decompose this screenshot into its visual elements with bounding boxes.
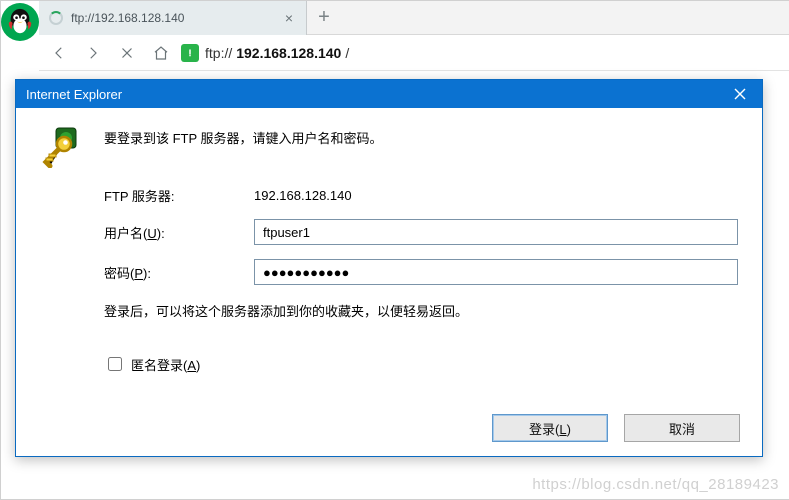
dialog-title: Internet Explorer [26, 87, 718, 102]
back-button[interactable] [45, 39, 73, 67]
tab-ftp[interactable]: ftp://192.168.128.140 × [39, 1, 307, 35]
profile-avatar[interactable] [1, 3, 39, 41]
tab-close-button[interactable]: × [282, 11, 296, 25]
cancel-button[interactable]: 取消 [624, 414, 740, 442]
dialog-close-button[interactable] [718, 80, 762, 108]
tab-title: ftp://192.168.128.140 [71, 11, 274, 25]
loading-spinner-icon [49, 11, 63, 25]
forward-button[interactable] [79, 39, 107, 67]
chevron-right-icon [84, 44, 102, 62]
password-label: 密码(P): [104, 263, 244, 282]
chevron-left-icon [50, 44, 68, 62]
anon-login-checkbox[interactable] [108, 357, 122, 371]
server-value: 192.168.128.140 [254, 188, 738, 203]
dialog-buttons: 登录(L) 取消 [492, 414, 740, 442]
login-button[interactable]: 登录(L) [492, 414, 608, 442]
username-input[interactable] [254, 219, 738, 245]
tab-strip: ftp://192.168.128.140 × + [39, 1, 789, 35]
address-bar[interactable]: ftp://192.168.128.140/ [205, 45, 783, 61]
close-icon [118, 44, 136, 62]
new-tab-button[interactable]: + [307, 1, 341, 34]
watermark: https://blog.csdn.net/qq_28189423 [532, 476, 779, 493]
dialog-body: 要登录到该 FTP 服务器，请键入用户名和密码。 FTP 服务器: 192.16… [16, 108, 762, 456]
anon-login-label[interactable]: 匿名登录(A) [131, 355, 200, 374]
security-shield-icon [181, 44, 199, 62]
home-icon [152, 44, 170, 62]
penguin-icon [5, 7, 35, 37]
close-icon [734, 88, 746, 100]
address-scheme: ftp:// [205, 45, 232, 61]
after-login-note: 登录后，可以将这个服务器添加到你的收藏夹，以便轻易返回。 [104, 301, 738, 320]
home-button[interactable] [147, 39, 175, 67]
key-icon [40, 126, 82, 168]
password-input[interactable] [254, 259, 738, 285]
username-label: 用户名(U): [104, 223, 244, 242]
server-label: FTP 服务器: [104, 186, 244, 205]
nav-bar: ftp://192.168.128.140/ [39, 35, 789, 71]
address-host: 192.168.128.140 [236, 45, 341, 61]
anon-login-row: 匿名登录(A) [104, 354, 738, 374]
browser-window: ftp://192.168.128.140 × + ftp://192.168.… [0, 0, 789, 500]
dialog-titlebar[interactable]: Internet Explorer [16, 80, 762, 108]
dialog-prompt: 要登录到该 FTP 服务器，请键入用户名和密码。 [104, 126, 383, 168]
stop-button[interactable] [113, 39, 141, 67]
login-form: FTP 服务器: 192.168.128.140 用户名(U): 密码(P): [104, 186, 738, 285]
ftp-login-dialog: Internet Explorer 要登录 [15, 79, 763, 457]
address-suffix: / [345, 45, 349, 61]
